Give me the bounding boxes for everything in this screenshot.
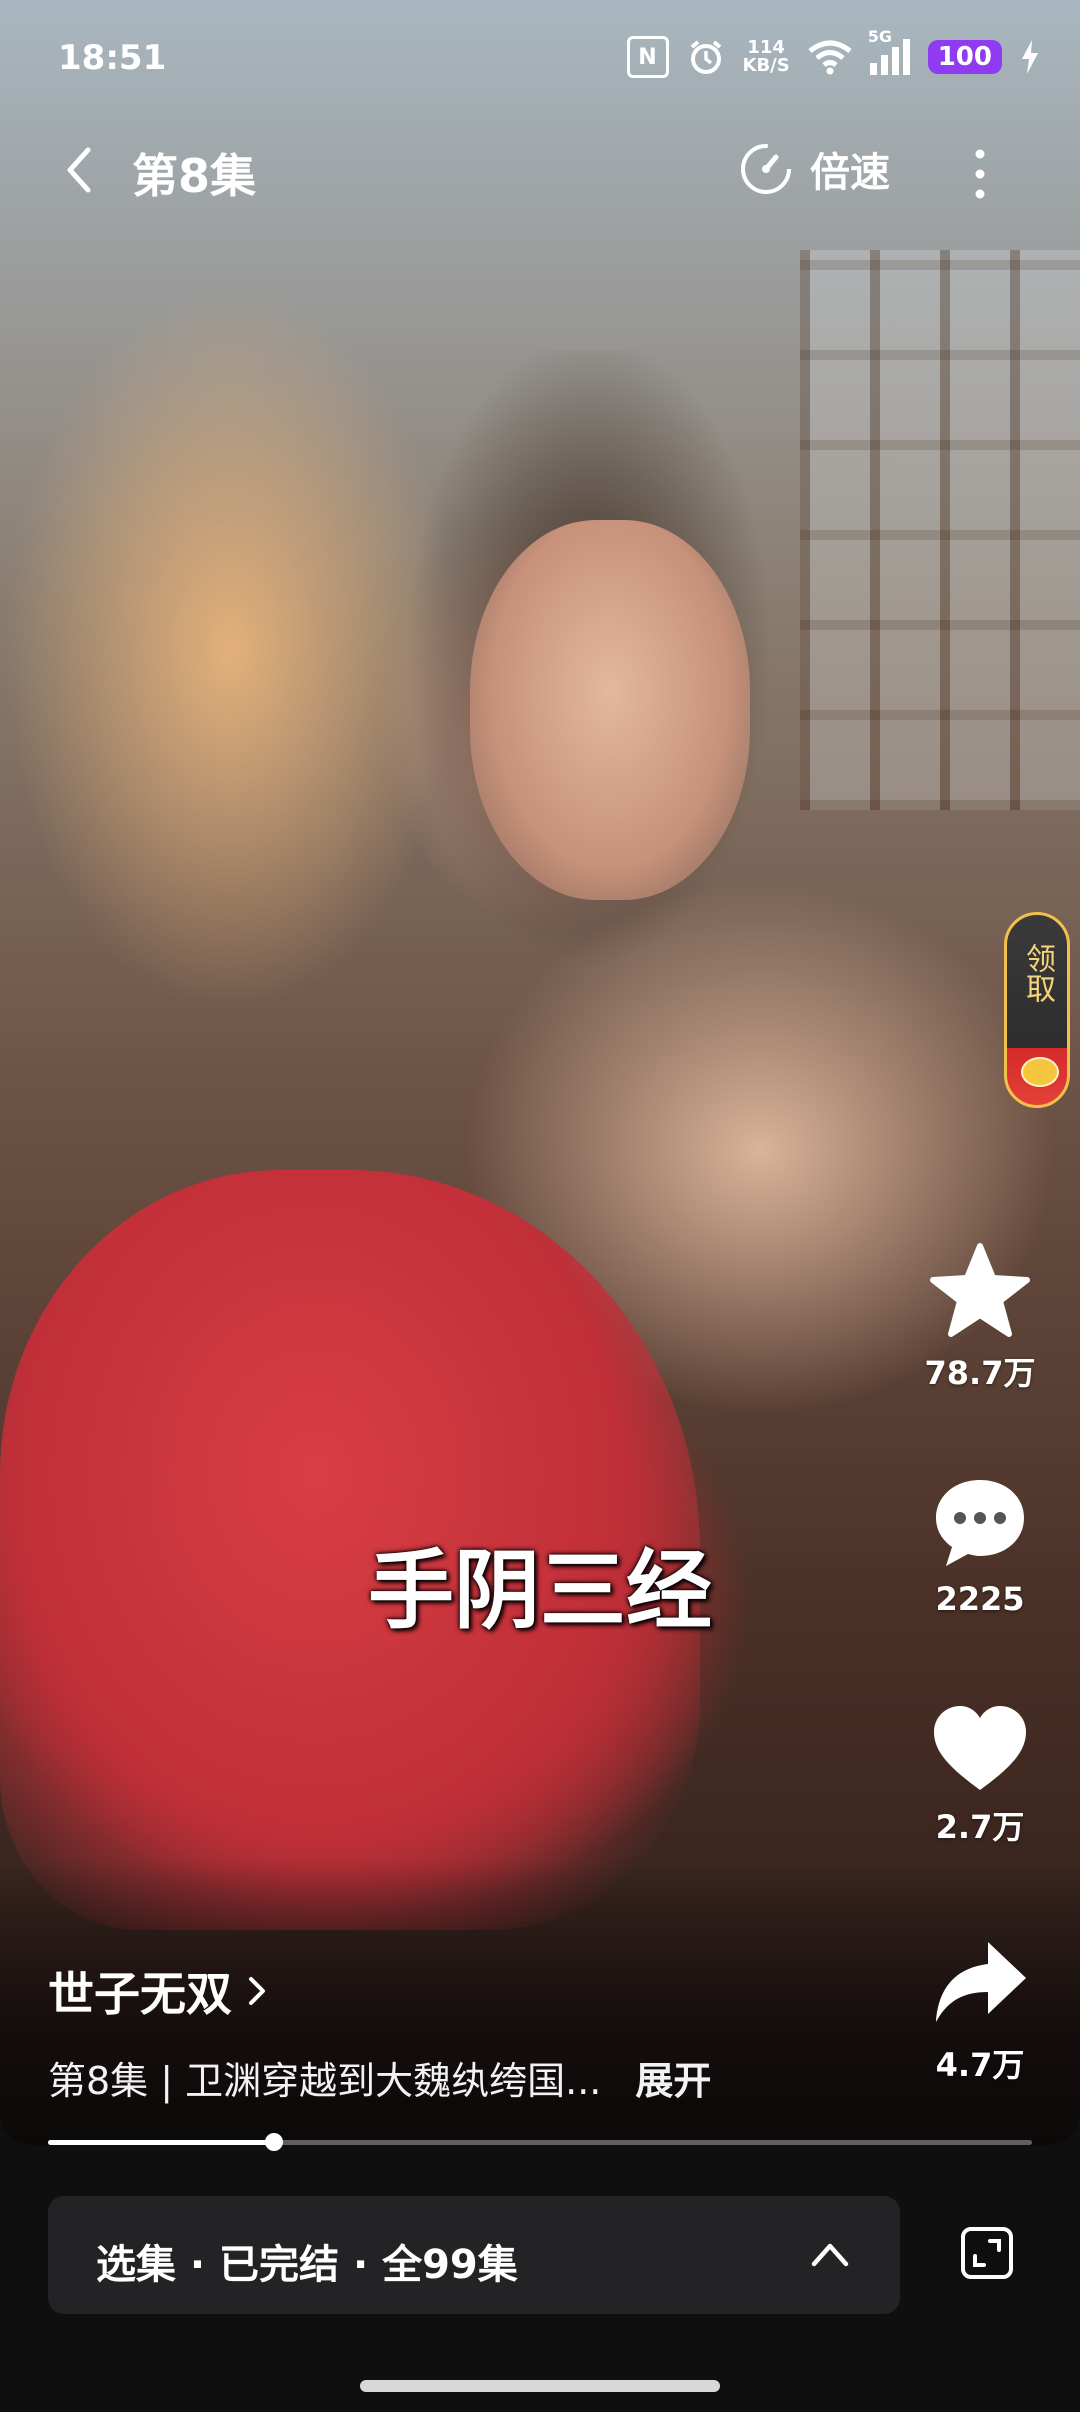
episode-description: 第8集 | 卫渊穿越到大魏纨绔国... 展开 bbox=[48, 2050, 711, 2105]
alarm-icon bbox=[690, 40, 721, 74]
gold-coin-icon bbox=[1021, 1057, 1059, 1087]
episode-selector-label: 选集 · 已完结 · 全99集 bbox=[96, 2242, 518, 2288]
reward-claim-widget[interactable]: 领取 bbox=[1004, 912, 1070, 1108]
progress-thumb[interactable] bbox=[265, 2133, 284, 2151]
status-bar: 18:51 N 114 KB/S 5G 100 bbox=[0, 0, 1080, 120]
show-title: 世子无双 bbox=[48, 1967, 232, 2021]
video-subtitle: 手阴三经 bbox=[368, 1541, 712, 1641]
speed-label: 倍速 bbox=[810, 150, 890, 196]
top-header: 第8集 倍速 bbox=[0, 130, 1080, 220]
playback-speed-button[interactable]: 倍速 bbox=[738, 140, 890, 198]
favorite-button[interactable]: 78.7万 bbox=[920, 1240, 1040, 1394]
like-count: 2.7万 bbox=[935, 1808, 1025, 1846]
reward-claim-label: 领取 bbox=[1020, 943, 1055, 1003]
charging-icon bbox=[1022, 40, 1038, 74]
video-player[interactable] bbox=[0, 0, 1080, 2145]
battery-indicator: 100 bbox=[927, 40, 1002, 74]
like-button[interactable]: 2.7万 bbox=[920, 1702, 1040, 1848]
nfc-icon: N bbox=[626, 36, 669, 78]
expand-description-button[interactable]: 展开 bbox=[635, 2050, 711, 2105]
fullscreen-icon[interactable] bbox=[960, 2226, 1014, 2280]
video-figure-face bbox=[470, 520, 750, 900]
progress-fill bbox=[48, 2140, 275, 2145]
back-arrow-icon[interactable] bbox=[58, 140, 102, 200]
network-type: 5G bbox=[867, 27, 892, 46]
favorite-count: 78.7万 bbox=[924, 1354, 1036, 1392]
net-speed: 114 KB/S bbox=[743, 39, 790, 75]
status-icons: N 114 KB/S 5G 100 bbox=[626, 27, 1041, 78]
share-arrow-icon bbox=[936, 1942, 1026, 2022]
heart-icon bbox=[934, 1706, 1026, 1790]
status-time: 18:51 bbox=[58, 38, 167, 78]
net-speed-unit: KB/S bbox=[742, 55, 790, 76]
share-count: 4.7万 bbox=[935, 2046, 1025, 2084]
speed-gauge-icon bbox=[741, 144, 791, 194]
show-title-link[interactable]: 世子无双 bbox=[48, 1958, 268, 2024]
share-button[interactable]: 4.7万 bbox=[920, 1932, 1040, 2086]
video-progress-bar[interactable] bbox=[48, 2133, 1032, 2151]
more-vertical-icon[interactable] bbox=[960, 144, 1000, 204]
home-indicator[interactable] bbox=[360, 2380, 720, 2392]
wifi-icon bbox=[808, 40, 852, 75]
cellular-signal: 5G bbox=[868, 27, 910, 75]
chevron-right-icon bbox=[249, 1977, 265, 2005]
chevron-up-icon bbox=[811, 2243, 849, 2267]
description-text: 第8集 | 卫渊穿越到大魏纨绔国... bbox=[48, 2059, 602, 2103]
episode-title: 第8集 bbox=[132, 149, 257, 203]
episode-selector-bar[interactable]: 选集 · 已完结 · 全99集 bbox=[48, 2196, 900, 2314]
star-icon bbox=[930, 1243, 1030, 1337]
